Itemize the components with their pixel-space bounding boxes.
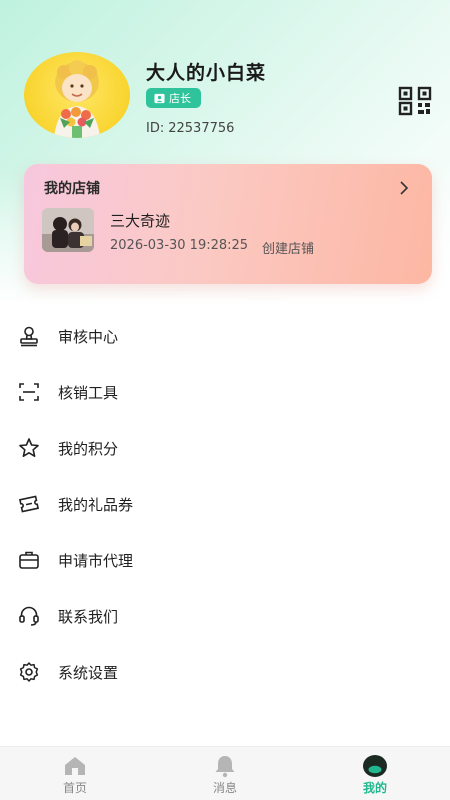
- chevron-right-icon: [398, 180, 410, 196]
- headset-icon: [18, 605, 40, 627]
- menu-item-label: 审核中心: [58, 327, 119, 346]
- menu-item-label: 申请市代理: [58, 551, 134, 570]
- bell-icon: [212, 754, 238, 778]
- shop-name: 三大奇迹: [110, 212, 171, 230]
- menu-item-contact-us[interactable]: 联系我们: [0, 588, 450, 644]
- menu-item-audit-center[interactable]: 审核中心: [0, 308, 450, 364]
- scan-icon: [18, 381, 40, 403]
- menu-item-gift-coupons[interactable]: 我的礼品券: [0, 476, 450, 532]
- menu-item-apply-city-agent[interactable]: 申请市代理: [0, 532, 450, 588]
- ticket-icon: [18, 493, 40, 515]
- shop-created-label: 创建店铺: [262, 242, 315, 257]
- my-shop-card[interactable]: 我的店铺 三大奇迹 2026-03-30 19:28:25 创建店铺: [24, 164, 432, 284]
- user-id: ID: 22537756: [146, 121, 234, 136]
- menu-item-label: 我的积分: [58, 439, 119, 458]
- shop-thumbnail: [42, 208, 94, 252]
- role-badge: 店长: [146, 88, 201, 108]
- home-icon: [62, 754, 88, 778]
- user-icon: [362, 754, 388, 778]
- tab-messages[interactable]: 消息: [150, 747, 300, 800]
- star-icon: [18, 437, 40, 459]
- tab-label: 我的: [362, 781, 387, 795]
- menu-item-label: 联系我们: [58, 607, 119, 626]
- id-card-icon: [154, 93, 165, 104]
- audit-stamp-icon: [18, 325, 40, 347]
- qr-code-button[interactable]: [398, 86, 432, 116]
- tab-home[interactable]: 首页: [0, 747, 150, 800]
- bottom-tab-bar: 首页 消息 我的: [0, 746, 450, 800]
- tab-label: 消息: [212, 781, 237, 795]
- menu-item-label: 系统设置: [58, 663, 119, 682]
- gear-icon: [18, 661, 40, 683]
- tab-label: 首页: [62, 781, 87, 795]
- briefcase-icon: [18, 549, 40, 571]
- my-shop-title: 我的店铺: [44, 181, 100, 197]
- user-id-label: ID:: [146, 121, 165, 136]
- qr-code-icon: [398, 86, 432, 116]
- menu-item-system-settings[interactable]: 系统设置: [0, 644, 450, 700]
- avatar-illustration: [54, 60, 100, 138]
- avatar[interactable]: [24, 52, 130, 138]
- menu-item-label: 核销工具: [58, 383, 119, 402]
- tab-mine[interactable]: 我的: [300, 747, 450, 800]
- user-id-value: 22537756: [168, 121, 235, 136]
- username: 大人的小白菜: [146, 62, 267, 84]
- role-label: 店长: [169, 92, 191, 105]
- menu-item-my-points[interactable]: 我的积分: [0, 420, 450, 476]
- menu-item-verify-tool[interactable]: 核销工具: [0, 364, 450, 420]
- shop-created-time: 2026-03-30 19:28:25: [110, 238, 249, 253]
- menu-item-label: 我的礼品券: [58, 495, 134, 514]
